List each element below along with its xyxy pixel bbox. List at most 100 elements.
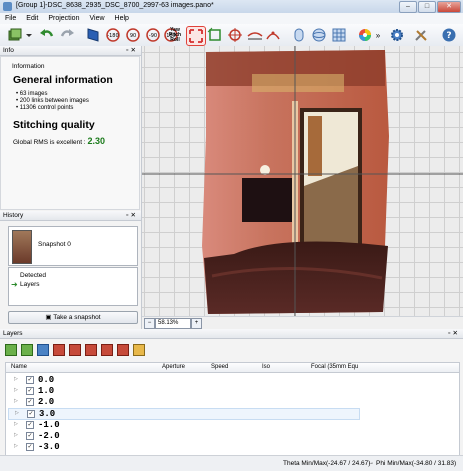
layer-checkbox[interactable]: ✓ (26, 421, 34, 429)
projection-cylinder-icon[interactable] (290, 26, 308, 44)
layers-panel-title: Layers (3, 330, 23, 337)
expand-arrow-icon[interactable]: ▷ (14, 432, 18, 438)
info-panel-header: Info ▫✕ (0, 46, 141, 56)
expand-arrow-icon[interactable]: ▷ (14, 443, 18, 449)
title-bar: [Group 1]-DSC_8638_2935_DSC_8700_2997-63… (0, 0, 463, 14)
bullet-control-points: • 11306 control points (16, 105, 74, 111)
layer-properties-icon[interactable] (133, 344, 145, 356)
col-focal[interactable]: Focal (35mm Equ (311, 363, 358, 372)
expand-arrow-icon[interactable]: ▷ (14, 398, 18, 404)
layer-checkbox[interactable]: ✓ (26, 398, 34, 406)
straighten-curve-icon[interactable] (264, 26, 282, 44)
maximize-button[interactable]: □ (418, 1, 436, 13)
col-aperture[interactable]: Aperture (162, 363, 185, 372)
zoom-out-icon[interactable]: − (144, 318, 155, 329)
svg-text:90: 90 (130, 33, 136, 39)
snapshot-thumbnail (12, 230, 32, 264)
yaw-pitch-roll-button[interactable]: Yaw Pitch Roll (167, 25, 183, 45)
layers-panel-header: Layers ▫✕ (0, 329, 463, 339)
rotate-neg90-icon[interactable]: -90 (144, 26, 162, 44)
window-title: [Group 1]-DSC_8638_2935_DSC_8700_2997-63… (16, 2, 214, 9)
zoom-bar: − 58.13% + (142, 316, 463, 330)
expand-arrow-icon[interactable]: ▷ (14, 376, 18, 382)
svg-text:-180: -180 (107, 33, 118, 39)
settings-gear-icon[interactable] (388, 26, 406, 44)
bullet-links: • 200 links between images (16, 98, 89, 104)
info-panel-title: Info (3, 47, 14, 54)
undo-icon[interactable] (38, 26, 56, 44)
phi-range: Phi Min/Max(-34.80 / 31.83) (376, 460, 457, 467)
menu-view[interactable]: View (84, 13, 109, 24)
col-speed[interactable]: Speed (211, 363, 228, 372)
snapshot-label: Snapshot 0 (38, 241, 71, 248)
tools-icon[interactable] (412, 26, 430, 44)
redo-icon[interactable] (58, 26, 76, 44)
horizon-icon[interactable] (246, 26, 264, 44)
crop-icon[interactable] (206, 26, 224, 44)
panorama-image (142, 46, 463, 316)
expand-arrow-icon[interactable]: ▷ (14, 421, 18, 427)
general-info-heading: General information (13, 74, 113, 86)
main-toolbar: -180 90 -90 180 Yaw Pitch Roll » ? (0, 24, 463, 47)
straighten-icon[interactable] (84, 26, 102, 44)
help-icon[interactable]: ? (440, 26, 458, 44)
projection-sphere-icon[interactable] (310, 26, 328, 44)
menu-edit[interactable]: Edit (21, 13, 43, 24)
history-panel-header: History ▫✕ (0, 211, 141, 221)
minimize-button[interactable]: – (399, 1, 417, 13)
menu-file[interactable]: File (0, 13, 21, 24)
center-icon[interactable] (226, 26, 244, 44)
add-layer-icon[interactable] (5, 344, 17, 356)
add-images-icon[interactable] (6, 26, 24, 44)
remove-layer-icon[interactable] (53, 344, 65, 356)
status-bar: Theta Min/Max(-24.67 / 24.67) ↔ Phi Min/… (0, 455, 463, 471)
menu-projection[interactable]: Projection (43, 13, 84, 24)
layer-checkbox[interactable]: ✓ (26, 443, 34, 451)
dropdown-arrow-icon[interactable] (25, 26, 33, 44)
history-step-detected[interactable]: Detected (20, 272, 46, 279)
rotate-neg180-icon[interactable]: -180 (104, 26, 122, 44)
layer-checkbox[interactable]: ✓ (26, 387, 34, 395)
fit-frame-icon[interactable] (186, 26, 206, 46)
info-content: Information General information • 63 ima… (0, 56, 140, 210)
remove-layer-icon-5[interactable] (117, 344, 129, 356)
expand-arrow-icon[interactable]: ▷ (15, 410, 19, 416)
layer-checkbox[interactable]: ✓ (26, 376, 34, 384)
panel-controls[interactable]: ▫✕ (126, 46, 138, 55)
layer-checkbox[interactable]: ✓ (27, 410, 35, 418)
info-bullets: • 63 images • 200 links between images •… (16, 91, 89, 112)
layers-panel: Layers ▫✕ Name Aperture Speed Iso Focal … (0, 329, 463, 456)
svg-text:?: ? (446, 31, 451, 41)
roll-label: Roll (170, 36, 180, 43)
panel-controls[interactable]: ▫✕ (448, 329, 460, 338)
layers-table-header: Name Aperture Speed Iso Focal (35mm Equ (6, 363, 459, 373)
zoom-value-field[interactable]: 58.13% (155, 318, 191, 329)
take-snapshot-button[interactable]: ▣ Take a snapshot (8, 311, 138, 324)
rotate-90-icon[interactable]: 90 (124, 26, 142, 44)
layer-row-selected[interactable]: ▷ ✓ 3.0 (8, 408, 360, 420)
remove-layer-icon-2[interactable] (69, 344, 81, 356)
projection-grid-icon[interactable] (330, 26, 348, 44)
menu-help[interactable]: Help (110, 13, 134, 24)
col-name[interactable]: Name (11, 363, 27, 372)
expand-arrow-icon[interactable]: ▷ (14, 387, 18, 393)
panel-controls[interactable]: ▫✕ (126, 211, 138, 220)
svg-text:-90: -90 (149, 33, 157, 39)
remove-layer-icon-4[interactable] (101, 344, 113, 356)
color-wheel-icon[interactable] (356, 26, 374, 44)
rms-line: Global RMS is excellent : 2.30 (13, 136, 105, 146)
history-step-layers[interactable]: Layers (20, 281, 40, 288)
theta-range: Theta Min/Max(-24.67 / 24.67) (283, 460, 371, 467)
add-layer-group-icon[interactable] (21, 344, 33, 356)
col-iso[interactable]: Iso (262, 363, 270, 372)
snapshot-item[interactable]: Snapshot 0 (8, 226, 138, 266)
close-button[interactable]: ✕ (437, 1, 461, 13)
zoom-in-icon[interactable]: + (191, 318, 202, 329)
layer-edit-icon[interactable] (37, 344, 49, 356)
remove-layer-icon-3[interactable] (85, 344, 97, 356)
panorama-preview-canvas[interactable] (142, 46, 463, 316)
more-chevron-icon[interactable]: » (374, 26, 382, 44)
app-icon (3, 2, 12, 11)
layer-checkbox[interactable]: ✓ (26, 432, 34, 440)
bullet-images: • 63 images (16, 91, 48, 97)
